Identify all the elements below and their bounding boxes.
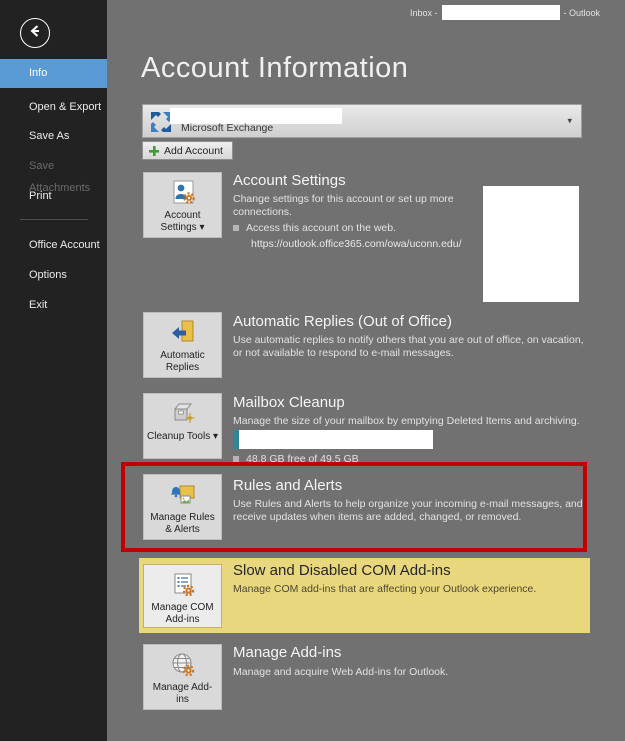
sidebar-item-save-as[interactable]: Save As [0, 125, 107, 147]
manage-rules-alerts-icon [168, 480, 198, 510]
add-account-button[interactable]: Add Account [142, 141, 233, 160]
sidebar-item-options[interactable]: Options [0, 264, 107, 286]
backstage-sidebar: Info Open & Export Save As Save Attachme… [0, 0, 107, 741]
manage-addins-button[interactable]: Manage Add-ins [143, 644, 222, 710]
back-button[interactable] [20, 18, 50, 48]
mailbox-progress-fill [233, 430, 239, 449]
owa-url-link[interactable]: https://outlook.office365.com/owa/uconn.… [251, 238, 462, 250]
tile-label: Manage COM Add-ins [146, 602, 220, 626]
manage-rules-alerts-button[interactable]: Manage Rules & Alerts [143, 474, 222, 540]
bullet-icon [233, 225, 239, 231]
sidebar-item-label: Save As [29, 130, 69, 142]
cleanup-tools-icon [168, 399, 198, 429]
sidebar-item-label: Info [29, 67, 47, 79]
rules-alerts-description: Use Rules and Alerts to help organize yo… [233, 498, 591, 525]
manage-addins-icon [168, 650, 198, 680]
access-web-label: Access this account on the web. [246, 222, 396, 234]
cleanup-tools-button[interactable]: Cleanup Tools ▾ [143, 393, 222, 459]
mailbox-cleanup-description: Manage the size of your mailbox by empty… [233, 415, 603, 428]
account-settings-icon [168, 178, 198, 208]
chevron-down-icon: ▾ [567, 116, 572, 127]
bullet-icon [233, 456, 239, 462]
automatic-replies-button[interactable]: Automatic Replies [143, 312, 222, 378]
manage-addins-heading: Manage Add-ins [233, 644, 341, 661]
com-addins-warning-panel: Manage COM Add-ins Slow and Disabled COM… [139, 558, 590, 633]
storage-info-label: 48.8 GB free of 49.5 GB [246, 453, 359, 465]
storage-info-row: 48.8 GB free of 49.5 GB [233, 453, 359, 465]
sidebar-item-label: Office Account [29, 239, 100, 251]
com-addins-description: Manage COM add-ins that are affecting yo… [233, 583, 536, 595]
tile-label: Cleanup Tools ▾ [147, 431, 219, 443]
tile-label: Automatic Replies [147, 350, 219, 374]
sidebar-item-exit[interactable]: Exit [0, 294, 107, 316]
sidebar-item-print[interactable]: Print [0, 185, 107, 207]
mailbox-cleanup-heading: Mailbox Cleanup [233, 394, 345, 411]
add-account-label: Add Account [164, 145, 223, 157]
plus-icon [149, 146, 159, 156]
redacted-image-area [483, 186, 579, 302]
titlebar-prefix: Inbox - [410, 8, 438, 18]
account-settings-heading: Account Settings [233, 172, 346, 189]
account-selector-dropdown[interactable]: Microsoft Exchange ▾ [142, 104, 582, 138]
sidebar-item-save-attachments: Save Attachments [0, 155, 107, 177]
sidebar-item-office-account[interactable]: Office Account [0, 234, 107, 256]
outlook-backstage-window: Inbox - - Outlook Info Open & Export Sav… [0, 0, 625, 741]
mailbox-storage-bar [233, 430, 433, 449]
page-title: Account Information [141, 52, 408, 85]
titlebar-suffix: - Outlook [564, 8, 601, 18]
manage-com-addins-icon [168, 570, 198, 600]
manage-addins-description: Manage and acquire Web Add-ins for Outlo… [233, 666, 593, 679]
automatic-replies-icon [168, 318, 198, 348]
access-web-row: Access this account on the web. [233, 222, 396, 234]
sidebar-item-info[interactable]: Info [0, 59, 107, 88]
redacted-account-name [442, 5, 560, 20]
sidebar-item-label: Open & Export [29, 101, 101, 113]
sidebar-item-open-export[interactable]: Open & Export [0, 96, 107, 118]
com-addins-heading: Slow and Disabled COM Add-ins [233, 562, 451, 579]
tile-label: Manage Rules & Alerts [147, 512, 219, 536]
rules-alerts-heading: Rules and Alerts [233, 477, 342, 494]
sidebar-item-label: Exit [29, 299, 47, 311]
tile-label: Account Settings ▾ [147, 210, 219, 234]
account-settings-description: Change settings for this account or set … [233, 193, 478, 220]
sidebar-divider [20, 219, 88, 220]
sidebar-item-label: Options [29, 269, 67, 281]
automatic-replies-heading: Automatic Replies (Out of Office) [233, 313, 452, 330]
back-arrow-icon [26, 22, 44, 45]
manage-com-addins-button[interactable]: Manage COM Add-ins [143, 564, 222, 628]
automatic-replies-description: Use automatic replies to notify others t… [233, 334, 585, 361]
account-provider-label: Microsoft Exchange [181, 122, 273, 134]
tile-label: Manage Add-ins [147, 682, 219, 706]
account-settings-button[interactable]: Account Settings ▾ [143, 172, 222, 238]
sidebar-item-label: Print [29, 190, 52, 202]
titlebar: Inbox - - Outlook [410, 5, 600, 20]
